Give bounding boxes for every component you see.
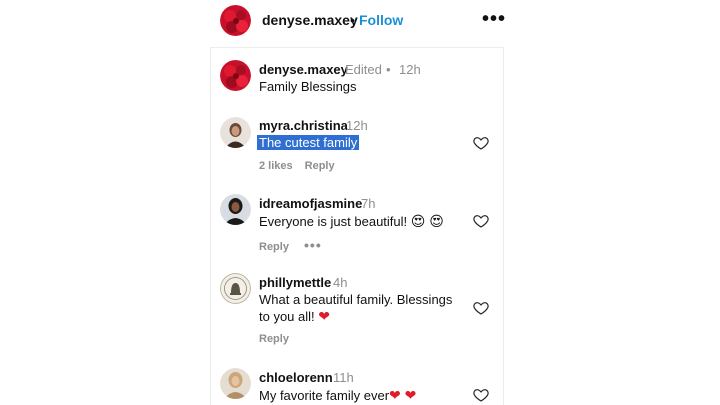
avatar[interactable] <box>220 117 251 148</box>
heart-icon[interactable] <box>473 135 489 151</box>
reply-button[interactable]: Reply <box>259 241 289 253</box>
profile-photo-icon <box>220 117 251 148</box>
caption-text: Family Blessings <box>259 79 357 94</box>
comment-username[interactable]: idreamofjasmine <box>259 196 362 211</box>
caption-time[interactable]: 12h <box>399 62 421 77</box>
comment-username[interactable]: chloelorenn <box>259 370 333 385</box>
comment-text: My favorite family ever❤ ❤ <box>259 386 416 405</box>
profile-photo-icon <box>220 368 251 399</box>
heart-icon[interactable] <box>473 213 489 229</box>
reply-button[interactable]: Reply <box>259 333 289 345</box>
comment-username[interactable]: myra.christina <box>259 118 348 133</box>
header-username[interactable]: denyse.maxey <box>262 12 358 28</box>
comment-time[interactable]: 7h <box>361 196 375 211</box>
post-header: denyse.maxey • Follow ••• <box>0 0 720 46</box>
avatar[interactable] <box>220 273 251 304</box>
profile-photo-icon <box>220 194 251 225</box>
avatar[interactable] <box>220 5 251 36</box>
likes-count[interactable]: 2 likes <box>259 160 293 172</box>
heart-icon[interactable] <box>473 387 489 403</box>
comment-text-line-2: to you all! ❤ <box>259 307 330 326</box>
comment-text-body: My favorite family ever <box>259 388 390 403</box>
avatar[interactable] <box>220 194 251 225</box>
comment-time[interactable]: 12h <box>346 118 368 133</box>
selected-text: The cutest family <box>257 135 360 150</box>
comment-username[interactable]: phillymettle <box>259 275 331 290</box>
separator-dot: • <box>350 12 355 28</box>
more-options-icon[interactable]: ••• <box>304 237 322 253</box>
caption-username[interactable]: denyse.maxey <box>259 62 348 77</box>
comment-text-body: to you all! <box>259 309 315 324</box>
heart-icon[interactable] <box>473 300 489 316</box>
reply-button[interactable]: Reply <box>305 160 335 172</box>
comment-text: The cutest family <box>257 134 360 152</box>
heart-eyes-emoji: 😍 😍 <box>410 213 444 229</box>
comment-time[interactable]: 11h <box>333 370 354 385</box>
comment-actions: Reply <box>259 333 301 345</box>
avatar[interactable] <box>220 368 251 399</box>
follow-button[interactable]: Follow <box>359 12 403 28</box>
comment-actions: Reply ••• <box>259 237 334 253</box>
edited-label: Edited <box>345 62 382 77</box>
comment-text-body: Everyone is just beautiful! <box>259 214 408 229</box>
comment-text: Everyone is just beautiful! 😍 😍 <box>259 212 444 231</box>
rose-avatar-image <box>220 60 251 91</box>
separator-dot: • <box>386 62 391 77</box>
comment-time[interactable]: 4h <box>333 275 347 290</box>
liberty-bell-logo-icon <box>220 273 251 304</box>
red-heart-emoji: ❤ <box>318 308 331 324</box>
rose-avatar-image <box>220 5 251 36</box>
red-heart-emoji: ❤ ❤ <box>389 387 417 403</box>
avatar[interactable] <box>220 60 251 91</box>
more-options-icon[interactable]: ••• <box>482 8 506 31</box>
comment-actions: 2 likes Reply <box>259 160 347 172</box>
